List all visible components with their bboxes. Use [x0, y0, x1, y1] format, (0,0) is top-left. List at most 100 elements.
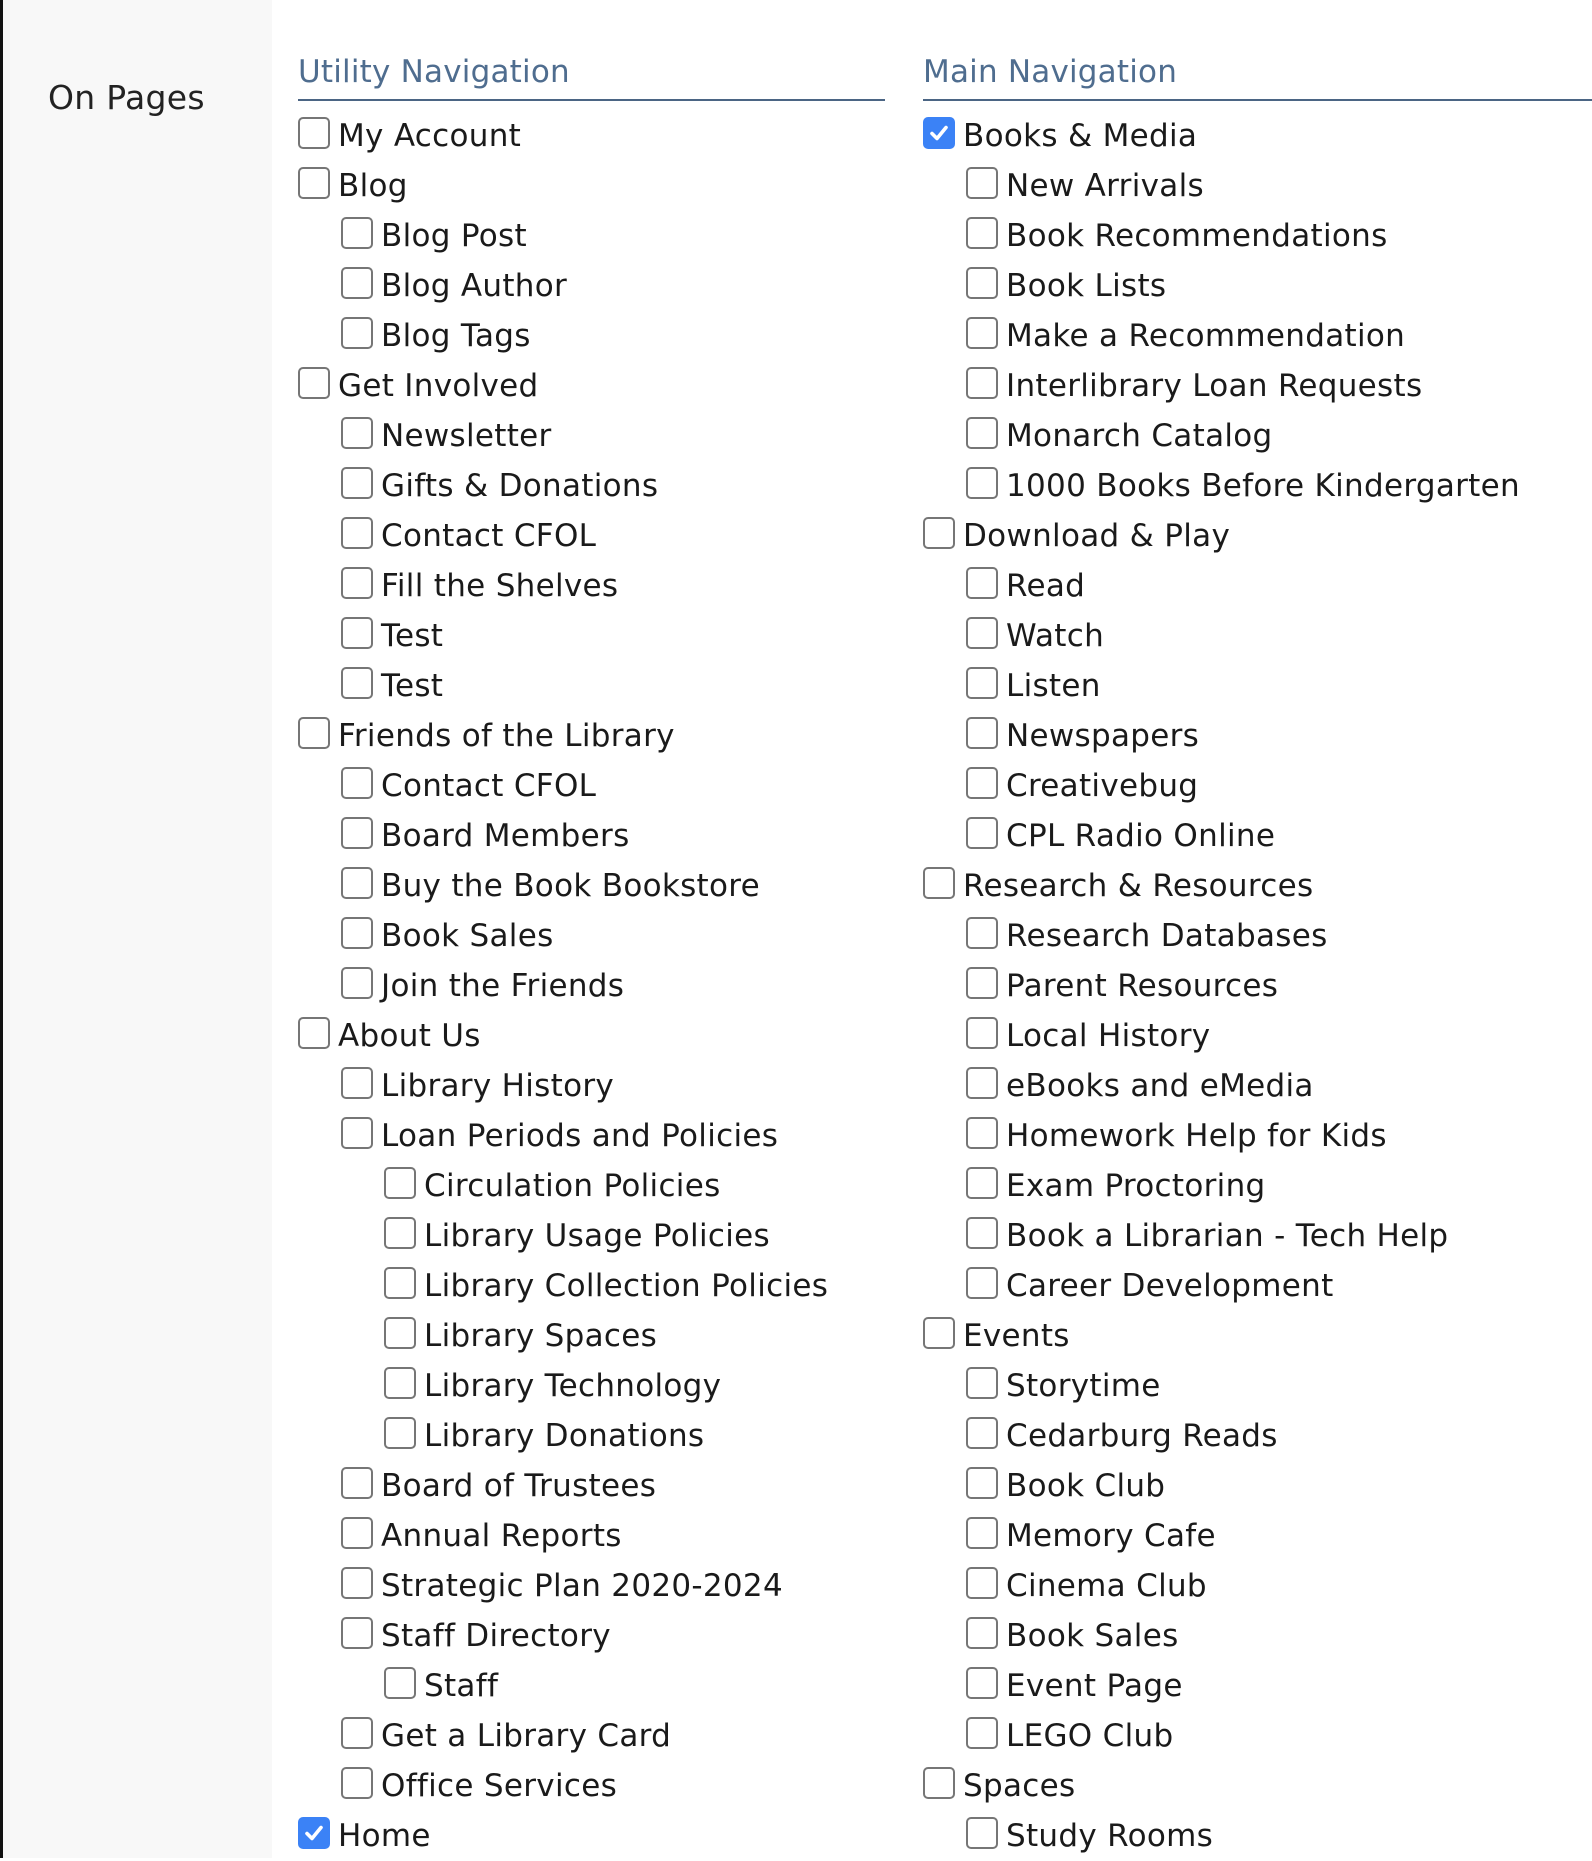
page-checkbox-row[interactable]: Strategic Plan 2020-2024	[298, 1561, 885, 1611]
checkbox-unchecked[interactable]	[966, 1267, 998, 1299]
checkbox-unchecked[interactable]	[341, 1567, 373, 1599]
checkbox-unchecked[interactable]	[341, 867, 373, 899]
page-checkbox-row[interactable]: Cedarburg Reads	[923, 1411, 1592, 1461]
page-checkbox-row[interactable]: Library Technology	[298, 1361, 885, 1411]
page-checkbox-row[interactable]: Fill the Shelves	[298, 561, 885, 611]
page-checkbox-row[interactable]: Read	[923, 561, 1592, 611]
page-checkbox-row[interactable]: Library Donations	[298, 1411, 885, 1461]
page-checkbox-row[interactable]: Book Sales	[923, 1611, 1592, 1661]
page-checkbox-row[interactable]: Local History	[923, 1011, 1592, 1061]
checkbox-unchecked[interactable]	[341, 967, 373, 999]
page-checkbox-row[interactable]: Get a Library Card	[298, 1711, 885, 1761]
page-checkbox-row[interactable]: Test	[298, 661, 885, 711]
page-checkbox-row[interactable]: Exam Proctoring	[923, 1161, 1592, 1211]
checkbox-unchecked[interactable]	[966, 1417, 998, 1449]
checkbox-unchecked[interactable]	[341, 317, 373, 349]
checkbox-unchecked[interactable]	[966, 1217, 998, 1249]
checkbox-unchecked[interactable]	[923, 1317, 955, 1349]
page-checkbox-row[interactable]: Contact CFOL	[298, 761, 885, 811]
page-checkbox-row[interactable]: Monarch Catalog	[923, 411, 1592, 461]
checkbox-unchecked[interactable]	[384, 1367, 416, 1399]
checkbox-unchecked[interactable]	[341, 1717, 373, 1749]
page-checkbox-row[interactable]: Storytime	[923, 1361, 1592, 1411]
checkbox-unchecked[interactable]	[298, 167, 330, 199]
page-checkbox-row[interactable]: About Us	[298, 1011, 885, 1061]
checkbox-unchecked[interactable]	[966, 1567, 998, 1599]
checkbox-unchecked[interactable]	[384, 1267, 416, 1299]
page-checkbox-row[interactable]: Office Services	[298, 1761, 885, 1811]
page-checkbox-row[interactable]: Memory Cafe	[923, 1511, 1592, 1561]
checkbox-unchecked[interactable]	[966, 367, 998, 399]
checkbox-unchecked[interactable]	[341, 267, 373, 299]
page-checkbox-row[interactable]: Blog Tags	[298, 311, 885, 361]
checkbox-unchecked[interactable]	[923, 867, 955, 899]
page-checkbox-row[interactable]: Get Involved	[298, 361, 885, 411]
checkbox-unchecked[interactable]	[966, 1517, 998, 1549]
checkbox-unchecked[interactable]	[966, 667, 998, 699]
page-checkbox-row[interactable]: Friends of the Library	[298, 711, 885, 761]
checkbox-unchecked[interactable]	[966, 817, 998, 849]
page-checkbox-row[interactable]: Blog	[298, 161, 885, 211]
checkbox-unchecked[interactable]	[966, 217, 998, 249]
page-checkbox-row[interactable]: Events	[923, 1311, 1592, 1361]
checkbox-unchecked[interactable]	[341, 1617, 373, 1649]
checkbox-unchecked[interactable]	[966, 467, 998, 499]
checkbox-unchecked[interactable]	[966, 1167, 998, 1199]
page-checkbox-row[interactable]: Board of Trustees	[298, 1461, 885, 1511]
page-checkbox-row[interactable]: Interlibrary Loan Requests	[923, 361, 1592, 411]
checkbox-unchecked[interactable]	[341, 1517, 373, 1549]
checkbox-unchecked[interactable]	[966, 1067, 998, 1099]
checkbox-unchecked[interactable]	[341, 1067, 373, 1099]
page-checkbox-row[interactable]: Creativebug	[923, 761, 1592, 811]
page-checkbox-row[interactable]: Loan Periods and Policies	[298, 1111, 885, 1161]
checkbox-unchecked[interactable]	[341, 817, 373, 849]
checkbox-unchecked[interactable]	[966, 917, 998, 949]
page-checkbox-row[interactable]: Career Development	[923, 1261, 1592, 1311]
page-checkbox-row[interactable]: 1000 Books Before Kindergarten	[923, 461, 1592, 511]
page-checkbox-row[interactable]: Join the Friends	[298, 961, 885, 1011]
checkbox-unchecked[interactable]	[341, 417, 373, 449]
page-checkbox-row[interactable]: Staff	[298, 1661, 885, 1711]
page-checkbox-row[interactable]: Books & Media	[923, 111, 1592, 161]
page-checkbox-row[interactable]: Book a Librarian - Tech Help	[923, 1211, 1592, 1261]
page-checkbox-row[interactable]: Listen	[923, 661, 1592, 711]
checkbox-unchecked[interactable]	[341, 217, 373, 249]
page-checkbox-row[interactable]: Research & Resources	[923, 861, 1592, 911]
checkbox-unchecked[interactable]	[384, 1217, 416, 1249]
page-checkbox-row[interactable]: LEGO Club	[923, 1711, 1592, 1761]
checkbox-unchecked[interactable]	[341, 667, 373, 699]
checkbox-unchecked[interactable]	[341, 767, 373, 799]
checkbox-unchecked[interactable]	[298, 367, 330, 399]
checkbox-unchecked[interactable]	[341, 1117, 373, 1149]
checkbox-unchecked[interactable]	[966, 1017, 998, 1049]
page-checkbox-row[interactable]: Book Lists	[923, 261, 1592, 311]
page-checkbox-row[interactable]: Test	[298, 611, 885, 661]
checkbox-unchecked[interactable]	[341, 467, 373, 499]
checkbox-unchecked[interactable]	[298, 1017, 330, 1049]
page-checkbox-row[interactable]: Book Sales	[298, 911, 885, 961]
checkbox-unchecked[interactable]	[341, 1467, 373, 1499]
checkbox-unchecked[interactable]	[966, 167, 998, 199]
checkbox-unchecked[interactable]	[966, 317, 998, 349]
checkbox-unchecked[interactable]	[966, 1667, 998, 1699]
checkbox-unchecked[interactable]	[384, 1167, 416, 1199]
checkbox-unchecked[interactable]	[341, 1767, 373, 1799]
page-checkbox-row[interactable]: Library Usage Policies	[298, 1211, 885, 1261]
checkbox-unchecked[interactable]	[966, 1367, 998, 1399]
page-checkbox-row[interactable]: Home	[298, 1811, 885, 1861]
checkbox-unchecked[interactable]	[966, 1817, 998, 1849]
page-checkbox-row[interactable]: Library Spaces	[298, 1311, 885, 1361]
checkbox-checked[interactable]	[923, 117, 955, 149]
checkbox-unchecked[interactable]	[341, 517, 373, 549]
checkbox-unchecked[interactable]	[384, 1417, 416, 1449]
page-checkbox-row[interactable]: Make a Recommendation	[923, 311, 1592, 361]
page-checkbox-row[interactable]: Staff Directory	[298, 1611, 885, 1661]
page-checkbox-row[interactable]: Parent Resources	[923, 961, 1592, 1011]
page-checkbox-row[interactable]: eBooks and eMedia	[923, 1061, 1592, 1111]
checkbox-unchecked[interactable]	[384, 1317, 416, 1349]
page-checkbox-row[interactable]: Newsletter	[298, 411, 885, 461]
checkbox-unchecked[interactable]	[966, 267, 998, 299]
checkbox-unchecked[interactable]	[341, 617, 373, 649]
page-checkbox-row[interactable]: Download & Play	[923, 511, 1592, 561]
checkbox-unchecked[interactable]	[384, 1667, 416, 1699]
